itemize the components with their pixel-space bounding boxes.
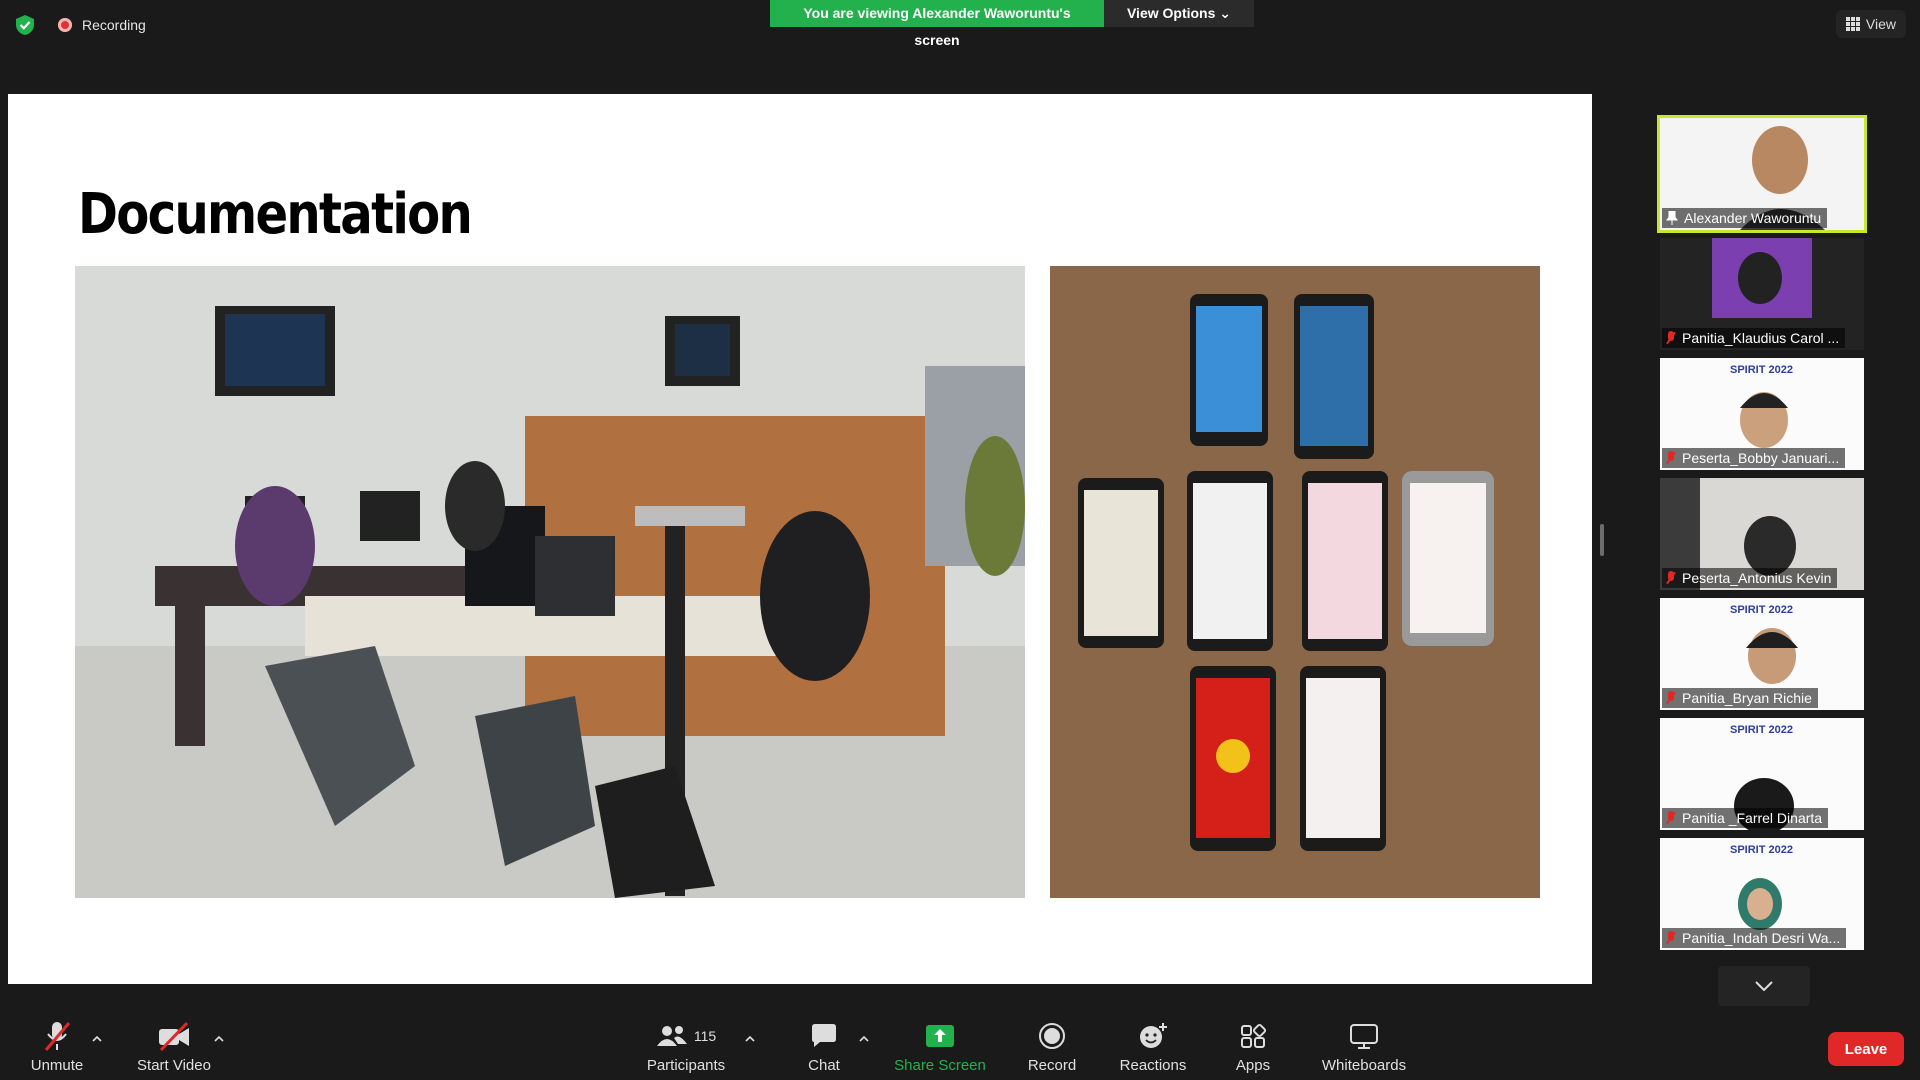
- meeting-toolbar: Unmute Start Video 115 Participants Chat…: [0, 1014, 1920, 1080]
- unmute-button[interactable]: Unmute: [22, 1019, 92, 1074]
- participant-name: Panitia_Indah Desri Wa...: [1682, 930, 1841, 946]
- chat-label: Chat: [808, 1057, 840, 1074]
- mic-muted-icon: [1666, 691, 1676, 705]
- apps-icon: [1241, 1023, 1266, 1048]
- reactions-label: Reactions: [1119, 1057, 1187, 1074]
- recording-label: Recording: [82, 17, 146, 33]
- view-options-button[interactable]: View Options ⌄: [1104, 0, 1254, 27]
- participant-tile[interactable]: Alexander Waworuntu: [1657, 115, 1867, 233]
- mic-muted-icon: [1666, 571, 1676, 585]
- participant-name: Panitia_Klaudius Carol ...: [1682, 330, 1840, 346]
- participant-tile[interactable]: SPIRIT 2022 Panitia_Bryan Richie: [1660, 598, 1864, 710]
- chevron-down-icon: [1755, 981, 1773, 991]
- recording-dot-icon: [58, 18, 72, 32]
- participant-name: Panitia _Farrel Dinarta: [1682, 810, 1823, 826]
- record-icon: [1039, 1023, 1065, 1049]
- share-screen-button[interactable]: Share Screen: [892, 1019, 988, 1074]
- pin-icon: [1666, 211, 1678, 225]
- participant-tile[interactable]: SPIRIT 2022 Panitia _Farrel Dinarta: [1660, 718, 1864, 830]
- reactions-button[interactable]: Reactions: [1118, 1019, 1188, 1074]
- mic-muted-icon: [1666, 451, 1676, 465]
- participant-name: Alexander Waworuntu: [1684, 210, 1822, 226]
- recording-indicator[interactable]: Recording: [58, 17, 146, 33]
- participant-gallery: Alexander Waworuntu Panitia_Klaudius Car…: [1657, 115, 1870, 958]
- participant-tile[interactable]: Panitia_Klaudius Carol ...: [1660, 238, 1864, 350]
- phones-photo: [1050, 266, 1540, 898]
- participant-tile[interactable]: SPIRIT 2022 Panitia_Indah Desri Wa...: [1660, 838, 1864, 950]
- share-screen-icon: [926, 1025, 954, 1047]
- gallery-scroll-down-button[interactable]: [1718, 966, 1810, 1006]
- chat-icon: [812, 1024, 836, 1047]
- spirit-badge: SPIRIT 2022: [1730, 364, 1793, 376]
- record-button[interactable]: Record: [1022, 1019, 1082, 1074]
- view-button[interactable]: View: [1835, 10, 1906, 38]
- mic-muted-icon: [1666, 931, 1676, 945]
- security-shield-icon[interactable]: [14, 14, 36, 36]
- participants-label: Participants: [646, 1057, 726, 1074]
- mic-muted-icon: [1666, 331, 1676, 345]
- microphone-muted-icon: [44, 1022, 71, 1051]
- unmute-label: Unmute: [30, 1057, 84, 1074]
- panel-resize-handle[interactable]: [1600, 524, 1604, 556]
- grid-icon: [1845, 17, 1860, 31]
- participant-tile[interactable]: SPIRIT 2022 Peserta_Bobby Januari...: [1660, 358, 1864, 470]
- view-options-label: View Options: [1126, 5, 1216, 21]
- leave-button[interactable]: Leave: [1828, 1032, 1904, 1066]
- slide-title: Documentation: [78, 182, 473, 247]
- participant-tile[interactable]: Peserta_Antonius Kevin: [1660, 478, 1864, 590]
- apps-label: Apps: [1235, 1057, 1271, 1074]
- start-video-button[interactable]: Start Video: [134, 1019, 214, 1074]
- chevron-down-icon: ⌄: [1219, 5, 1232, 21]
- spirit-badge: SPIRIT 2022: [1730, 724, 1793, 736]
- participants-button[interactable]: 115 Participants: [642, 1019, 730, 1074]
- whiteboards-button[interactable]: Whiteboards: [1316, 1019, 1412, 1074]
- camera-off-icon: [159, 1021, 189, 1051]
- apps-button[interactable]: Apps: [1232, 1019, 1274, 1074]
- participants-count: 115: [693, 1028, 717, 1044]
- audio-options-caret-icon[interactable]: [92, 1034, 102, 1044]
- video-options-caret-icon[interactable]: [214, 1034, 224, 1044]
- participant-name: Peserta_Bobby Januari...: [1682, 450, 1840, 466]
- spirit-badge: SPIRIT 2022: [1730, 604, 1793, 616]
- reactions-smiley-icon: [1140, 1023, 1167, 1048]
- viewing-screen-text: You are viewing Alexander Waworuntu's sc…: [770, 0, 1104, 48]
- view-label: View: [1865, 16, 1896, 32]
- start-video-label: Start Video: [137, 1057, 211, 1074]
- whiteboards-label: Whiteboards: [1321, 1057, 1407, 1074]
- chat-button[interactable]: Chat: [800, 1019, 848, 1074]
- mic-muted-icon: [1666, 811, 1676, 825]
- participants-icon: [656, 1026, 687, 1046]
- record-label: Record: [1027, 1057, 1077, 1074]
- whiteboard-icon: [1350, 1024, 1378, 1049]
- participants-caret-icon[interactable]: [745, 1034, 755, 1044]
- chat-caret-icon[interactable]: [859, 1034, 869, 1044]
- lab-photo: [75, 266, 1025, 898]
- share-screen-label: Share Screen: [894, 1057, 986, 1074]
- screen-share-banner: You are viewing Alexander Waworuntu's sc…: [770, 0, 1254, 48]
- participant-name: Panitia_Bryan Richie: [1682, 690, 1812, 706]
- spirit-badge: SPIRIT 2022: [1730, 844, 1793, 856]
- shared-screen-slide: Documentation: [8, 94, 1592, 984]
- participant-name: Peserta_Antonius Kevin: [1682, 570, 1832, 586]
